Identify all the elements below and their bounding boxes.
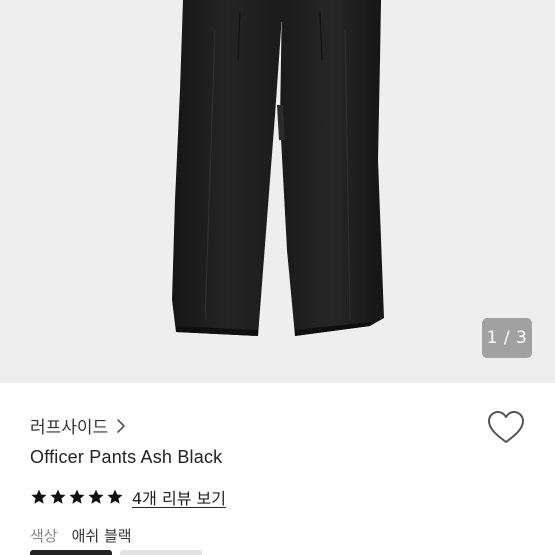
filled-star-icon — [31, 489, 47, 504]
filled-star-icon — [50, 489, 66, 504]
option-chip[interactable] — [120, 550, 202, 555]
filled-star-icon — [69, 489, 85, 504]
review-link[interactable]: 4개 리뷰 보기 — [132, 485, 226, 509]
product-image — [172, 0, 384, 336]
option-chip[interactable] — [30, 550, 112, 555]
option-value: 애쉬 블랙 — [71, 527, 132, 545]
brand-name: 러프사이드 — [30, 418, 109, 438]
rating-row: 4개 리뷰 보기 — [30, 485, 226, 509]
chevron-right-icon — [117, 418, 126, 433]
filled-star-icon — [107, 489, 123, 504]
rating-stars — [30, 488, 124, 506]
heart-outline-icon[interactable] — [487, 410, 525, 446]
product-image-gallery[interactable]: 1 / 3 — [0, 0, 555, 383]
option-label: 색상 — [30, 527, 58, 545]
image-counter: 1 / 3 — [482, 318, 532, 358]
color-option: 색상 애쉬 블랙 — [30, 525, 132, 546]
product-title: Officer Pants Ash Black — [30, 447, 223, 467]
filled-star-icon — [88, 489, 104, 504]
brand-link[interactable]: 러프사이드 — [30, 413, 126, 438]
